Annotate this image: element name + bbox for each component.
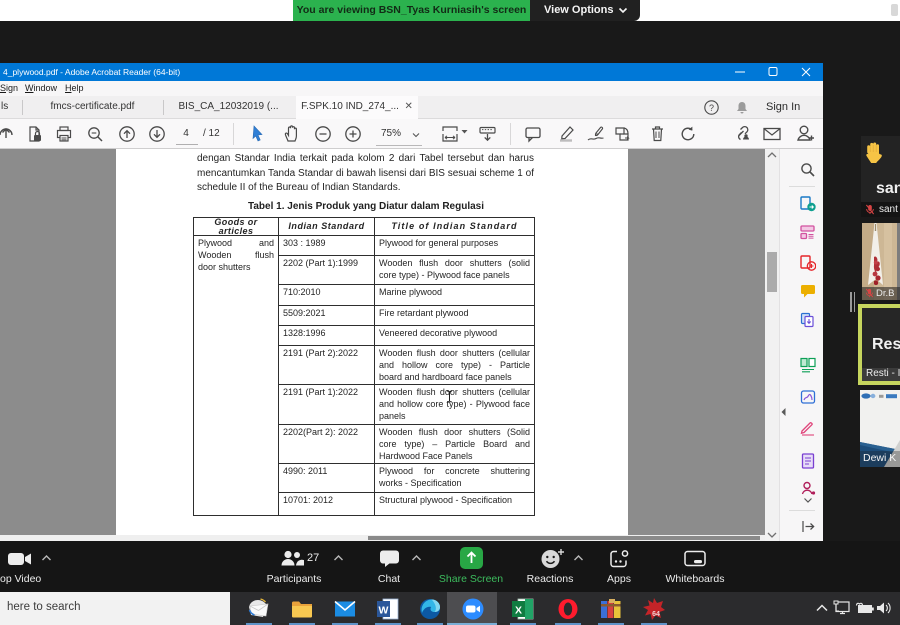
svg-text:?: ?	[709, 103, 714, 113]
svg-text:64: 64	[652, 611, 660, 618]
svg-text:W: W	[379, 605, 389, 617]
svg-text:X: X	[515, 605, 522, 617]
